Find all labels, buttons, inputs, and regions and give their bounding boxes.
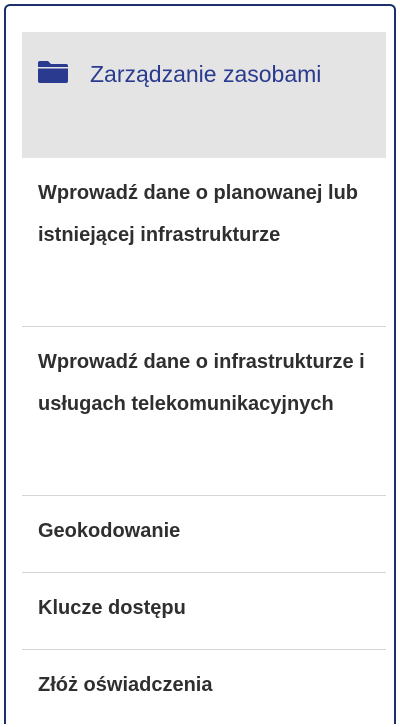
folder-icon [38, 61, 68, 83]
menu-item-label: Złóż oświadczenia [38, 674, 213, 696]
menu-item-label: Wprowadź dane o planowanej lub istniejąc… [38, 182, 359, 246]
menu-item-submit-declarations[interactable]: Złóż oświadczenia [22, 650, 386, 727]
menu-header[interactable]: Zarządzanie zasobami [22, 32, 386, 158]
menu-item-label: Klucze dostępu [38, 597, 186, 619]
menu-item-telecom-infrastructure[interactable]: Wprowadź dane o infrastrukturze i usługa… [22, 327, 386, 496]
menu-item-planned-infrastructure[interactable]: Wprowadź dane o planowanej lub istniejąc… [22, 158, 386, 327]
menu-header-label: Zarządzanie zasobami [90, 61, 322, 87]
menu-item-label: Geokodowanie [38, 520, 181, 542]
menu-item-access-keys[interactable]: Klucze dostępu [22, 573, 386, 650]
menu-item-geocoding[interactable]: Geokodowanie [22, 496, 386, 573]
menu-item-label: Wprowadź dane o infrastrukturze i usługa… [38, 351, 365, 415]
resource-management-menu: Zarządzanie zasobami Wprowadź dane o pla… [22, 32, 386, 727]
